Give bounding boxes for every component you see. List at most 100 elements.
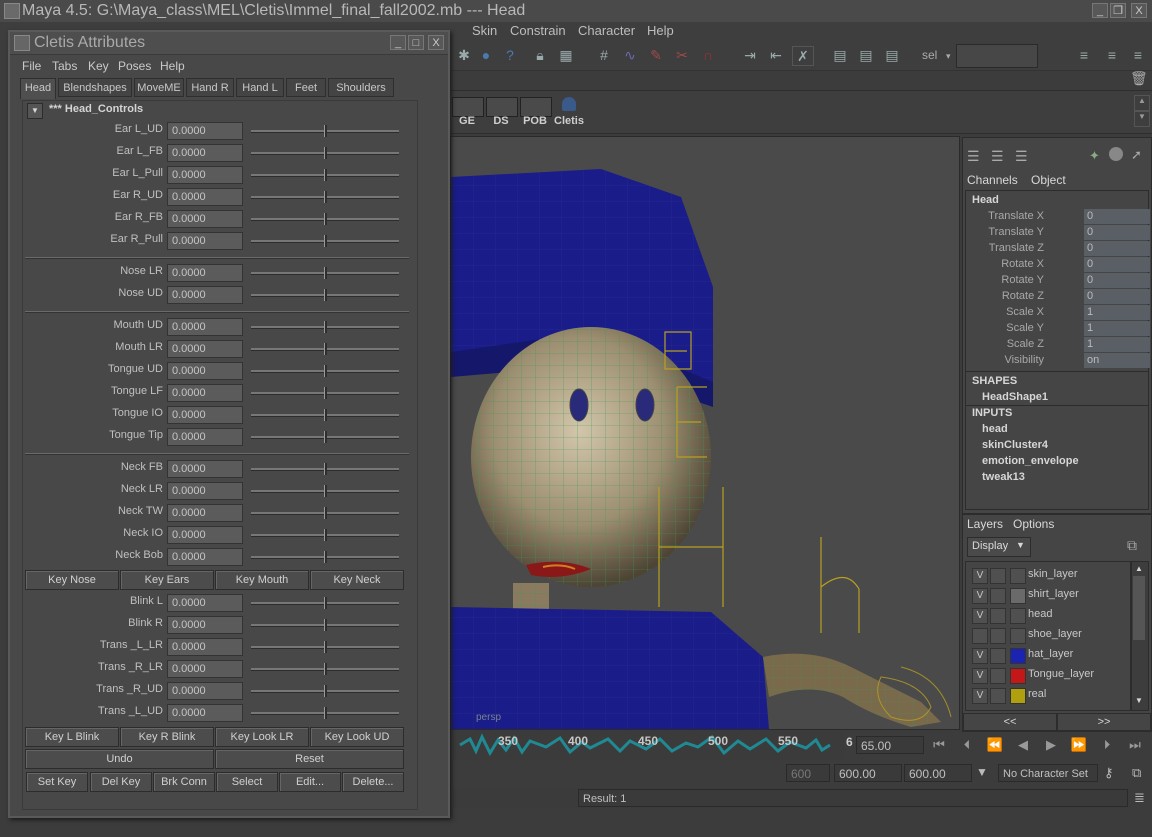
slider-row[interactable]: Ear R_UD 0.0000 xyxy=(23,187,417,209)
key-look-lr-button[interactable]: Key Look LR xyxy=(215,727,309,747)
slider-value-field[interactable]: 0.0000 xyxy=(167,340,243,358)
key-l-blink-button[interactable]: Key L Blink xyxy=(25,727,119,747)
channel-value[interactable]: 0 xyxy=(1084,257,1150,272)
channel-row[interactable]: Scale Z 1 xyxy=(966,337,1152,353)
slider-row[interactable]: Nose LR 0.0000 xyxy=(23,263,417,285)
attr-menu-file[interactable]: File xyxy=(22,59,41,73)
visibility-toggle[interactable] xyxy=(972,628,988,644)
slider-row[interactable]: Trans _R_UD 0.0000 xyxy=(23,681,417,703)
visibility-toggle[interactable]: V xyxy=(972,588,988,604)
layer-color-swatch[interactable] xyxy=(1010,648,1026,664)
layer-color-swatch[interactable] xyxy=(1010,668,1026,684)
slider-row[interactable]: Ear L_FB 0.0000 xyxy=(23,143,417,165)
channel-value[interactable]: on xyxy=(1084,353,1150,368)
slider-row[interactable]: Neck Bob 0.0000 xyxy=(23,547,417,569)
menu-help[interactable]: Help xyxy=(647,23,674,38)
slider-value-field[interactable]: 0.0000 xyxy=(167,548,243,566)
step-back-frame-icon[interactable]: ◀ xyxy=(1012,736,1034,754)
new-layer-icon[interactable]: ⧉ xyxy=(1127,537,1137,554)
go-to-end-icon[interactable]: ⏭ xyxy=(1124,736,1146,754)
visibility-toggle[interactable]: V xyxy=(972,648,988,664)
slider-value-field[interactable]: 0.0000 xyxy=(167,704,243,722)
menu-constrain[interactable]: Constrain xyxy=(510,23,566,38)
close-button[interactable]: X xyxy=(1131,3,1147,18)
channel-value[interactable]: 0 xyxy=(1084,273,1150,288)
slider-value-field[interactable]: 0.0000 xyxy=(167,460,243,478)
slider-thumb[interactable] xyxy=(324,685,327,697)
slider-thumb[interactable] xyxy=(324,431,327,443)
channel-row[interactable]: Scale X 1 xyxy=(966,305,1152,321)
key-nose-button[interactable]: Key Nose xyxy=(25,570,119,590)
layer-editor-icon[interactable]: ☰ xyxy=(991,148,1004,165)
input-connection-icon[interactable]: ⇥ xyxy=(740,46,760,64)
slider-value-field[interactable]: 0.0000 xyxy=(167,144,243,162)
slider-value-field[interactable]: 0.0000 xyxy=(167,286,243,304)
slider-value-field[interactable]: 0.0000 xyxy=(167,594,243,612)
range-end-field[interactable]: 600 xyxy=(786,764,830,782)
slider-thumb[interactable] xyxy=(324,191,327,203)
magnet-icon[interactable]: ∩ xyxy=(698,46,718,64)
slider-thumb[interactable] xyxy=(324,507,327,519)
slider-value-field[interactable]: 0.0000 xyxy=(167,264,243,282)
input-item[interactable]: skinCluster4 xyxy=(982,439,1048,451)
slider-value-field[interactable]: 0.0000 xyxy=(167,406,243,424)
reset-button[interactable]: Reset xyxy=(215,749,404,769)
output-connection-icon[interactable]: ⇤ xyxy=(766,46,786,64)
slider-row[interactable]: Blink R 0.0000 xyxy=(23,615,417,637)
slider-thumb[interactable] xyxy=(324,597,327,609)
attr-menu-key[interactable]: Key xyxy=(88,59,109,73)
slider-value-field[interactable]: 0.0000 xyxy=(167,682,243,700)
slider-thumb[interactable] xyxy=(324,125,327,137)
visibility-toggle[interactable]: V xyxy=(972,668,988,684)
layer-scrollbar[interactable]: ▲ ▼ xyxy=(1131,561,1149,711)
slider-row[interactable]: Neck FB 0.0000 xyxy=(23,459,417,481)
channel-row[interactable]: Rotate Z 0 xyxy=(966,289,1152,305)
slider-thumb[interactable] xyxy=(324,321,327,333)
key-mouth-button[interactable]: Key Mouth xyxy=(215,570,309,590)
attr-menu-help[interactable]: Help xyxy=(160,59,185,73)
shelf-button-pob[interactable] xyxy=(520,97,552,117)
slider-row[interactable]: Ear R_Pull 0.0000 xyxy=(23,231,417,253)
key-neck-button[interactable]: Key Neck xyxy=(310,570,404,590)
del-key-button[interactable]: Del Key xyxy=(90,772,152,792)
tool-settings-icon[interactable]: ≡ xyxy=(1102,46,1122,64)
layers-prev-button[interactable]: << xyxy=(963,713,1057,731)
slider-thumb[interactable] xyxy=(324,289,327,301)
lock-icon[interactable]: 🔒︎ xyxy=(530,46,550,64)
next-key-icon[interactable]: ⏩ xyxy=(1068,736,1090,754)
set-key-button[interactable]: Set Key xyxy=(26,772,88,792)
slider-thumb[interactable] xyxy=(324,485,327,497)
layer-color-swatch[interactable] xyxy=(1010,608,1026,624)
slider-value-field[interactable]: 0.0000 xyxy=(167,232,243,250)
slider-value-field[interactable]: 0.0000 xyxy=(167,362,243,380)
layer-row[interactable]: shoe_layer xyxy=(970,626,1130,644)
maximize-button[interactable]: ❐ xyxy=(1110,3,1126,18)
slider-thumb[interactable] xyxy=(324,387,327,399)
scroll-down-icon[interactable]: ▼ xyxy=(1135,696,1143,705)
layer-color-swatch[interactable] xyxy=(1010,588,1026,604)
snap-point-icon[interactable]: ✎ xyxy=(646,46,666,64)
slider-row[interactable]: Mouth UD 0.0000 xyxy=(23,317,417,339)
slider-value-field[interactable]: 0.0000 xyxy=(167,616,243,634)
playback-toggle[interactable] xyxy=(990,688,1006,704)
channel-value[interactable]: 0 xyxy=(1084,289,1150,304)
channel-layer-icon[interactable]: ☰ xyxy=(1015,148,1028,165)
slider-value-field[interactable]: 0.0000 xyxy=(167,482,243,500)
animation-start-field[interactable]: 600.00 xyxy=(834,764,902,782)
slider-value-field[interactable]: 0.0000 xyxy=(167,526,243,544)
attr-titlebar[interactable]: Cletis Attributes _ □ X xyxy=(10,32,448,55)
visibility-toggle[interactable]: V xyxy=(972,688,988,704)
playback-toggle[interactable] xyxy=(990,668,1006,684)
layer-row[interactable]: Vhat_layer xyxy=(970,646,1130,664)
slider-row[interactable]: Ear L_UD 0.0000 xyxy=(23,121,417,143)
attr-menu-tabs[interactable]: Tabs xyxy=(52,59,77,73)
visibility-toggle[interactable]: V xyxy=(972,608,988,624)
channel-value[interactable]: 0 xyxy=(1084,241,1150,256)
minimize-button[interactable]: _ xyxy=(1092,3,1108,18)
step-forward-icon[interactable]: ⏵ xyxy=(1096,736,1118,754)
slider-thumb[interactable] xyxy=(324,343,327,355)
character-set-field[interactable]: No Character Set xyxy=(998,764,1098,782)
tab-channels[interactable]: Channels xyxy=(967,173,1018,187)
render-globals-icon[interactable]: ▤ xyxy=(882,46,902,64)
channel-row[interactable]: Rotate Y 0 xyxy=(966,273,1152,289)
